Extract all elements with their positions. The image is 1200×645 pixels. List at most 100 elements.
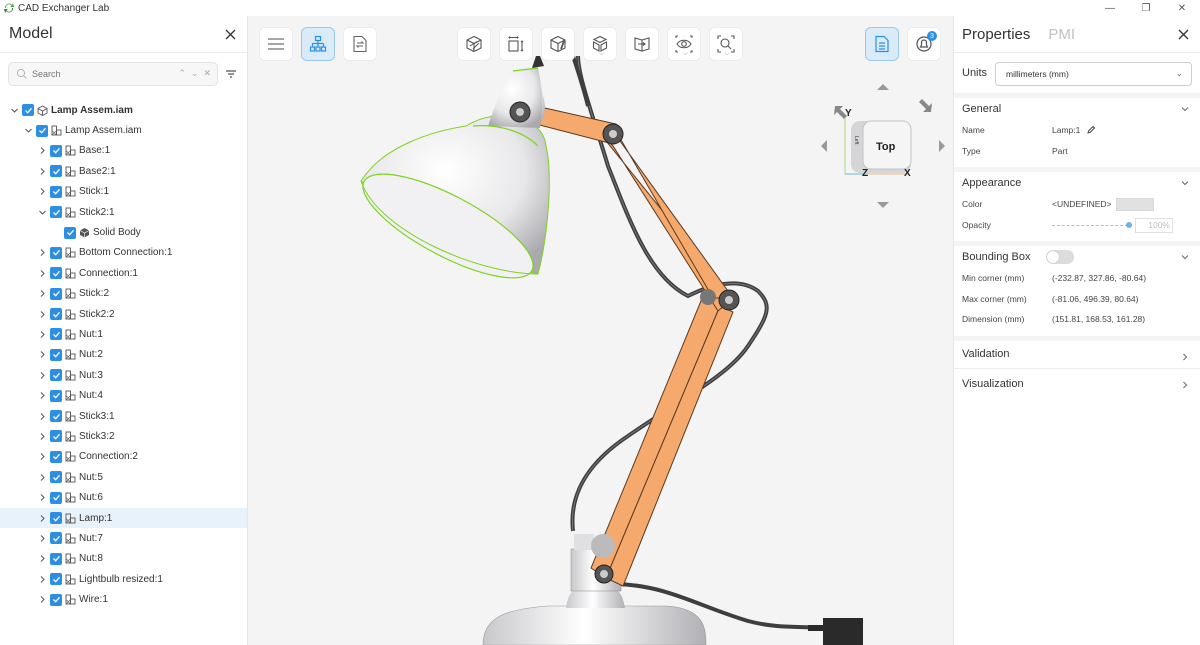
tree-item[interactable]: Base:1	[0, 141, 247, 161]
chevron-right-icon[interactable]	[37, 595, 47, 605]
convert-button[interactable]	[343, 27, 377, 61]
visibility-checkbox[interactable]	[50, 267, 62, 280]
search-input[interactable]	[32, 69, 162, 79]
visibility-checkbox[interactable]	[50, 430, 62, 443]
visibility-checkbox[interactable]	[50, 552, 62, 565]
tree-item[interactable]: Stick3:1	[0, 406, 247, 426]
visibility-checkbox[interactable]	[50, 348, 62, 361]
model-tree-button[interactable]	[301, 27, 335, 61]
visibility-button[interactable]: ⌵	[667, 27, 701, 61]
validation-section-header[interactable]: Validation	[954, 335, 1200, 368]
chevron-right-icon[interactable]	[37, 166, 47, 176]
tree-item[interactable]: Stick3:2	[0, 426, 247, 446]
tree-item[interactable]: Nut:5	[0, 467, 247, 487]
chevron-right-icon[interactable]	[37, 574, 47, 584]
tree-item[interactable]: Nut:8	[0, 549, 247, 569]
rotate-left-arrow-icon[interactable]	[821, 140, 827, 152]
visibility-checkbox[interactable]	[64, 226, 76, 239]
visibility-checkbox[interactable]	[50, 573, 62, 586]
menu-button[interactable]	[259, 27, 293, 61]
opacity-slider-handle[interactable]	[1126, 221, 1132, 228]
tree-item[interactable]: Nut:7	[0, 528, 247, 548]
tree-item[interactable]: Base2:1	[0, 161, 247, 181]
tree-item[interactable]: Nut:4	[0, 385, 247, 405]
appearance-section-header[interactable]: Appearance	[962, 172, 1192, 194]
measure-button[interactable]	[499, 27, 533, 61]
chevron-right-icon[interactable]	[37, 493, 47, 503]
tree-item[interactable]: Wire:1	[0, 589, 247, 609]
chevron-right-icon[interactable]	[37, 391, 47, 401]
properties-button[interactable]	[865, 27, 899, 61]
minimize-button[interactable]: —	[1092, 0, 1128, 16]
chevron-right-icon[interactable]	[37, 452, 47, 462]
tree-item[interactable]: Lamp Assem.iam	[0, 100, 247, 120]
tree-item[interactable]: Nut:2	[0, 345, 247, 365]
chevron-right-icon[interactable]	[37, 533, 47, 543]
view-cube[interactable]: Y Z X Top Left	[813, 76, 953, 216]
visibility-checkbox[interactable]	[22, 104, 34, 117]
bounding-box-section-header[interactable]: Bounding Box	[962, 246, 1192, 268]
units-select[interactable]: millimeters (mm) ⌄	[995, 62, 1192, 86]
chevron-right-icon[interactable]	[37, 187, 47, 197]
explode-button[interactable]: ⌵	[583, 27, 617, 61]
visibility-checkbox[interactable]	[50, 471, 62, 484]
visibility-checkbox[interactable]	[50, 308, 62, 321]
visibility-checkbox[interactable]	[50, 389, 62, 402]
search-next-icon[interactable]: ⌄	[191, 68, 199, 79]
tree-item[interactable]: Lamp:1	[0, 507, 247, 529]
filter-icon[interactable]	[224, 67, 238, 81]
view-cube-left-face[interactable]: Left	[853, 136, 859, 145]
tree-item[interactable]: Stick:2	[0, 284, 247, 304]
properties-panel-close-button[interactable]	[1174, 25, 1192, 43]
chevron-right-icon[interactable]	[37, 268, 47, 278]
tree-item[interactable]: Nut:1	[0, 324, 247, 344]
rotate-up-arrow-icon[interactable]	[877, 84, 889, 90]
visibility-checkbox[interactable]	[50, 512, 62, 524]
visibility-checkbox[interactable]	[36, 124, 48, 137]
close-window-button[interactable]: ✕	[1164, 0, 1200, 16]
chevron-right-icon[interactable]	[37, 146, 47, 156]
tab-pmi[interactable]: PMI	[1048, 26, 1075, 43]
chevron-down-icon[interactable]	[37, 207, 47, 217]
tree-item[interactable]: Bottom Connection:1	[0, 243, 247, 263]
3d-viewport[interactable]: ⌵ ⌵ ⌵ 3 Y Z X Top Left	[248, 16, 953, 645]
chevron-down-icon[interactable]	[9, 105, 19, 115]
chevron-right-icon[interactable]	[37, 370, 47, 380]
tree-item[interactable]: Nut:6	[0, 487, 247, 507]
visibility-checkbox[interactable]	[50, 144, 62, 157]
chevron-right-icon[interactable]	[37, 309, 47, 319]
visibility-checkbox[interactable]	[50, 450, 62, 463]
visibility-checkbox[interactable]	[50, 206, 62, 219]
visualization-section-header[interactable]: Visualization	[954, 367, 1200, 400]
rotate-down-arrow-icon[interactable]	[877, 202, 889, 208]
chevron-right-icon[interactable]	[37, 513, 47, 523]
tree-item[interactable]: Stick2:2	[0, 304, 247, 324]
chevron-right-icon[interactable]	[37, 431, 47, 441]
visibility-checkbox[interactable]	[50, 328, 62, 341]
search-prev-icon[interactable]: ⌃	[178, 68, 186, 79]
projection-button[interactable]	[625, 27, 659, 61]
color-swatch[interactable]	[1116, 198, 1154, 211]
visibility-checkbox[interactable]	[50, 410, 62, 423]
visibility-checkbox[interactable]	[50, 246, 62, 259]
visibility-checkbox[interactable]	[50, 532, 62, 545]
chevron-right-icon[interactable]	[37, 248, 47, 258]
tree-item[interactable]: Connection:1	[0, 263, 247, 283]
tree-item[interactable]: Solid Body	[0, 222, 247, 242]
model-panel-close-button[interactable]	[221, 25, 239, 43]
tree-item[interactable]: Stick:1	[0, 182, 247, 202]
general-section-header[interactable]: General	[962, 98, 1192, 120]
rotate-cw-arrow-icon[interactable]	[919, 99, 932, 112]
chevron-right-icon[interactable]	[37, 411, 47, 421]
visibility-checkbox[interactable]	[50, 593, 62, 606]
visibility-checkbox[interactable]	[50, 491, 62, 504]
chevron-right-icon[interactable]	[37, 350, 47, 360]
chevron-right-icon[interactable]	[37, 329, 47, 339]
chevron-right-icon[interactable]	[37, 472, 47, 482]
visibility-checkbox[interactable]	[50, 185, 62, 198]
chevron-right-icon[interactable]	[37, 289, 47, 299]
zoom-fit-button[interactable]: ⌵	[709, 27, 743, 61]
section-button[interactable]	[541, 27, 575, 61]
tree-item[interactable]: Stick2:1	[0, 202, 247, 222]
restore-button[interactable]: ❐	[1128, 0, 1164, 16]
